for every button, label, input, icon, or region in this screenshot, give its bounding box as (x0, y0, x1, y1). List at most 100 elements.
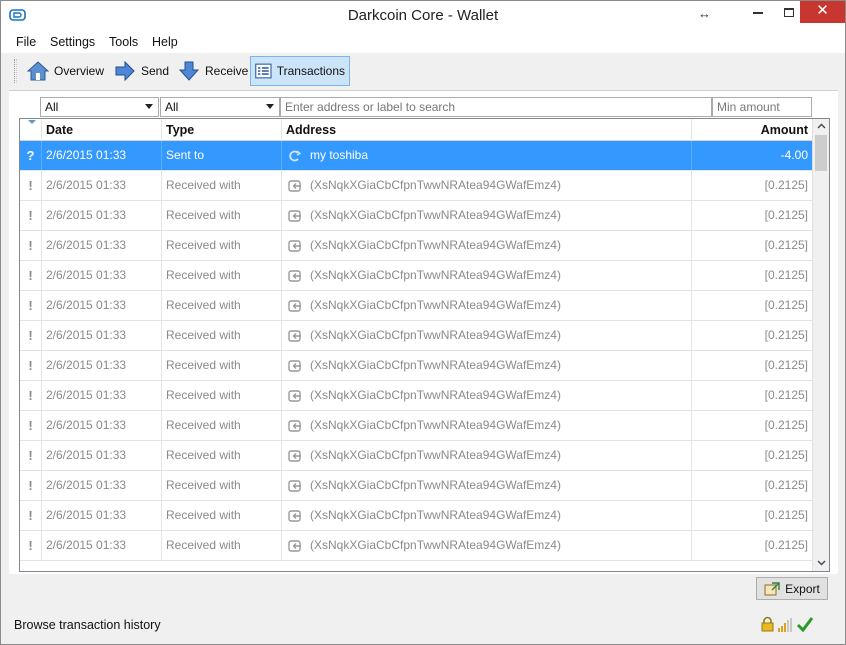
type-cell: Received with (162, 381, 282, 410)
minimize-icon (753, 11, 763, 14)
address-column-header[interactable]: Address (282, 119, 692, 141)
received-icon (288, 330, 301, 342)
unconfirmed-status-icon: ! (28, 208, 33, 223)
type-column-header[interactable]: Type (162, 119, 282, 141)
menu-help[interactable]: Help (152, 35, 178, 49)
status-bar: Browse transaction history (1, 609, 845, 644)
status-cell: ! (20, 501, 42, 530)
date-cell: 2/6/2015 01:33 (42, 351, 162, 380)
address-cell: (XsNqkXGiaCbCfpnTwwNRAtea94GWafEmz4) (282, 291, 692, 320)
overview-button[interactable]: Overview (23, 56, 108, 86)
amount-cell: [0.2125] (764, 508, 808, 522)
table-row[interactable]: ! 2/6/2015 01:33 Received with (XsNqkXGiaCb… (20, 231, 812, 261)
type-cell: Received with (162, 501, 282, 530)
vertical-scrollbar[interactable] (812, 119, 829, 571)
date-cell: 2/6/2015 01:33 (42, 381, 162, 410)
unconfirmed-status-icon: ! (28, 238, 33, 253)
transactions-button[interactable]: Transactions (250, 56, 350, 86)
received-icon (288, 450, 301, 462)
maximize-icon (784, 8, 794, 18)
address-text: (XsNqkXGiaCbCfpnTwwNRAtea94GWafEmz4) (310, 178, 561, 192)
date-filter-value: All (45, 100, 59, 114)
amount-cell: [0.2125] (764, 478, 808, 492)
table-row[interactable]: ! 2/6/2015 01:33 Received with (XsNqkXGiaCb… (20, 501, 812, 531)
table-row[interactable]: ! 2/6/2015 01:33 Received with (XsNqkXGiaCb… (20, 441, 812, 471)
type-cell: Received with (162, 261, 282, 290)
close-button[interactable]: ✕ (800, 1, 845, 23)
close-icon: ✕ (816, 2, 829, 19)
type-filter-value: All (165, 100, 179, 114)
minimize-button[interactable] (743, 1, 773, 23)
send-button[interactable]: Send (110, 56, 173, 86)
send-label: Send (141, 64, 170, 78)
unconfirmed-status-icon: ! (28, 538, 33, 553)
address-text: (XsNqkXGiaCbCfpnTwwNRAtea94GWafEmz4) (310, 208, 561, 222)
date-filter-select[interactable]: All (40, 97, 159, 117)
menu-file[interactable]: File (16, 35, 36, 49)
table-row[interactable]: ! 2/6/2015 01:33 Received with (XsNqkXGiaCb… (20, 291, 812, 321)
status-cell: ! (20, 441, 42, 470)
scroll-down-icon[interactable] (816, 557, 827, 568)
address-cell: (XsNqkXGiaCbCfpnTwwNRAtea94GWafEmz4) (282, 531, 692, 560)
table-row[interactable]: ! 2/6/2015 01:33 Received with (XsNqkXGiaCb… (20, 171, 812, 201)
received-icon (288, 240, 301, 252)
synced-check-icon[interactable] (796, 616, 814, 632)
export-button[interactable]: Export (756, 577, 828, 600)
unconfirmed-status-icon: ! (28, 388, 33, 403)
amount-cell: [0.2125] (764, 538, 808, 552)
amount-column-header[interactable]: Amount (692, 119, 812, 141)
toolbar-grip[interactable] (14, 59, 17, 83)
date-cell: 2/6/2015 01:33 (42, 471, 162, 500)
address-text: (XsNqkXGiaCbCfpnTwwNRAtea94GWafEmz4) (310, 478, 561, 492)
status-icons (761, 616, 814, 632)
table-row[interactable]: ! 2/6/2015 01:33 Received with (XsNqkXGiaCb… (20, 531, 812, 561)
address-cell: (XsNqkXGiaCbCfpnTwwNRAtea94GWafEmz4) (282, 471, 692, 500)
date-cell: 2/6/2015 01:33 (42, 231, 162, 260)
table-row[interactable]: ! 2/6/2015 01:33 Received with (XsNqkXGiaCb… (20, 351, 812, 381)
address-text: (XsNqkXGiaCbCfpnTwwNRAtea94GWafEmz4) (310, 328, 561, 342)
date-cell: 2/6/2015 01:33 (42, 141, 162, 170)
status-cell: ! (20, 531, 42, 560)
unconfirmed-status-icon: ! (28, 268, 33, 283)
receive-button[interactable]: Receive (174, 56, 252, 86)
scrollbar-thumb[interactable] (815, 135, 827, 171)
address-search-input[interactable] (285, 100, 707, 114)
table-row[interactable]: ! 2/6/2015 01:33 Received with (XsNqkXGiaCb… (20, 381, 812, 411)
type-cell: Sent to (162, 141, 282, 170)
sort-indicator-icon (28, 120, 36, 124)
menu-tools[interactable]: Tools (109, 35, 138, 49)
received-icon (288, 510, 301, 522)
status-message: Browse transaction history (14, 618, 161, 632)
address-cell: (XsNqkXGiaCbCfpnTwwNRAtea94GWafEmz4) (282, 171, 692, 200)
type-cell: Received with (162, 171, 282, 200)
date-column-header[interactable]: Date (42, 119, 162, 141)
min-amount-field[interactable] (712, 97, 812, 117)
address-text: (XsNqkXGiaCbCfpnTwwNRAtea94GWafEmz4) (310, 508, 561, 522)
lock-icon[interactable] (761, 616, 774, 632)
scroll-up-icon[interactable] (816, 121, 827, 132)
min-amount-input[interactable] (717, 100, 807, 114)
table-body: ? 2/6/2015 01:33 Sent to my toshiba -4.00! 2/… (20, 141, 812, 561)
home-icon (27, 61, 49, 81)
send-arrow-icon (115, 60, 135, 82)
type-cell: Received with (162, 201, 282, 230)
title-bar[interactable]: Darkcoin Core - Wallet ↔ ✕ (1, 1, 845, 32)
menu-settings[interactable]: Settings (50, 35, 95, 49)
table-row[interactable]: ! 2/6/2015 01:33 Received with (XsNqkXGiaCb… (20, 411, 812, 441)
table-row[interactable]: ! 2/6/2015 01:33 Received with (XsNqkXGiaCb… (20, 321, 812, 351)
status-column-header[interactable] (20, 119, 42, 141)
table-row[interactable]: ? 2/6/2015 01:33 Sent to my toshiba -4.00 (20, 141, 812, 171)
menu-bar: File Settings Tools Help (1, 32, 845, 53)
signal-bars-icon[interactable] (778, 618, 792, 632)
address-search-field[interactable] (280, 97, 712, 117)
status-cell: ! (20, 351, 42, 380)
type-cell: Received with (162, 321, 282, 350)
type-filter-select[interactable]: All (160, 97, 280, 117)
table-row[interactable]: ! 2/6/2015 01:33 Received with (XsNqkXGiaCb… (20, 471, 812, 501)
unconfirmed-status-icon: ! (28, 298, 33, 313)
address-text: (XsNqkXGiaCbCfpnTwwNRAtea94GWafEmz4) (310, 358, 561, 372)
table-row[interactable]: ! 2/6/2015 01:33 Received with (XsNqkXGiaCb… (20, 201, 812, 231)
type-cell: Received with (162, 291, 282, 320)
transactions-panel: All All Date Type Address Amount ? 2/6/20… (9, 90, 838, 574)
table-row[interactable]: ! 2/6/2015 01:33 Received with (XsNqkXGiaCb… (20, 261, 812, 291)
